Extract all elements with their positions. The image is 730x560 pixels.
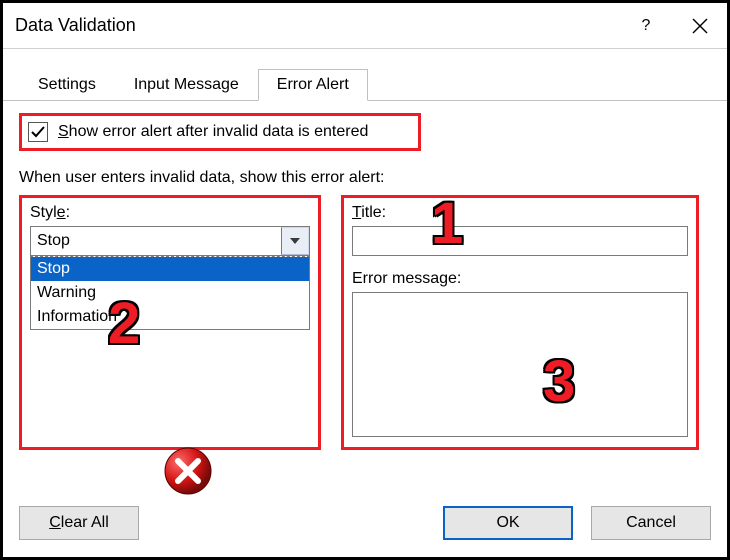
label-suffix: : — [66, 204, 70, 221]
option-label: Stop — [37, 260, 70, 277]
button-underline: C — [49, 514, 61, 532]
button-label: lear All — [61, 514, 109, 532]
style-label: Style: — [30, 204, 310, 222]
error-message-wrap — [352, 292, 688, 437]
style-option-warning[interactable]: Warning — [31, 281, 309, 305]
window-title: Data Validation — [15, 15, 619, 36]
style-listbox: Stop Warning Information — [30, 256, 310, 330]
ok-button[interactable]: OK — [443, 506, 573, 540]
close-icon — [692, 18, 708, 34]
tab-content: Show error alert after invalid data is e… — [3, 101, 727, 493]
title-label: Title: — [352, 204, 688, 222]
intro-text: When user enters invalid data, show this… — [19, 169, 711, 187]
style-combobox[interactable]: Stop — [30, 226, 310, 256]
style-panel: Style: Stop Stop Warning Information — [19, 195, 321, 450]
tab-error-alert[interactable]: Error Alert — [258, 69, 368, 101]
style-dropdown-button[interactable] — [281, 227, 309, 255]
checkmark-icon — [30, 124, 46, 140]
tab-label: Settings — [38, 76, 96, 93]
tab-label: Error Alert — [277, 76, 349, 93]
label-text: itle: — [361, 204, 386, 221]
dialog-window: Data Validation ? Settings Input Message… — [0, 0, 730, 560]
titlebar: Data Validation ? — [3, 3, 727, 49]
label-underline: T — [352, 204, 361, 221]
error-message-label: Error message: — [352, 270, 688, 288]
help-button[interactable]: ? — [619, 3, 673, 49]
show-error-alert-checkbox[interactable] — [28, 122, 48, 142]
chevron-down-icon — [290, 238, 300, 244]
style-value: Stop — [31, 227, 281, 255]
close-button[interactable] — [673, 3, 727, 49]
tab-strip: Settings Input Message Error Alert — [3, 49, 727, 101]
show-error-alert-row: Show error alert after invalid data is e… — [19, 113, 421, 151]
style-option-stop[interactable]: Stop — [31, 257, 309, 281]
columns: Style: Stop Stop Warning Information Tit… — [19, 195, 711, 450]
title-input[interactable] — [352, 226, 688, 256]
clear-all-button[interactable]: Clear All — [19, 506, 139, 540]
show-error-alert-label: Show error alert after invalid data is e… — [58, 123, 368, 141]
tab-label: Input Message — [134, 76, 239, 93]
button-row: Clear All OK Cancel — [3, 499, 727, 557]
option-label: Warning — [37, 284, 96, 301]
label-underline: e — [57, 204, 66, 221]
help-icon: ? — [642, 17, 651, 35]
label-text: E — [352, 270, 363, 287]
message-panel: Title: Error message: — [341, 195, 699, 450]
error-icon — [163, 446, 213, 496]
option-label: Information — [37, 308, 117, 325]
button-label: OK — [496, 514, 519, 532]
tab-input-message[interactable]: Input Message — [115, 69, 258, 100]
tab-settings[interactable]: Settings — [19, 69, 115, 100]
error-message-textarea[interactable] — [352, 292, 688, 437]
label-text: how error alert after invalid data is en… — [69, 123, 369, 140]
cancel-button[interactable]: Cancel — [591, 506, 711, 540]
label-underline: S — [58, 123, 69, 140]
button-label: Cancel — [626, 514, 676, 532]
label-text2: rror message: — [363, 270, 462, 287]
label-text: Styl — [30, 204, 57, 221]
style-option-information[interactable]: Information — [31, 305, 309, 329]
